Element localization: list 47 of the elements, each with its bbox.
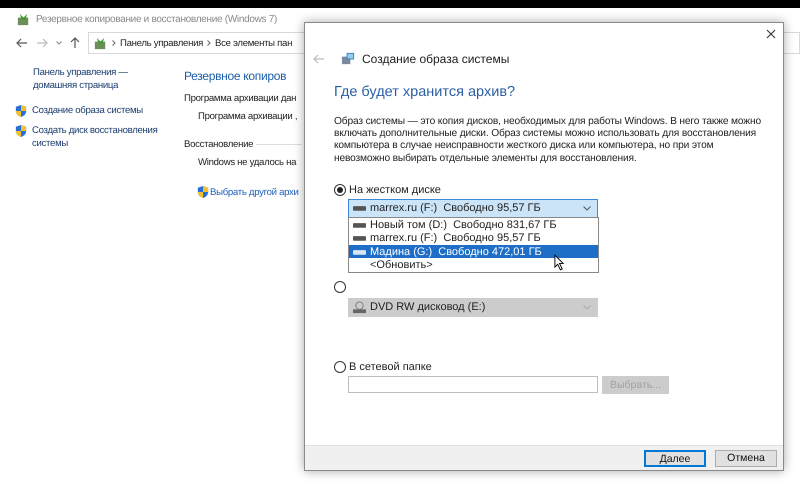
drive-option[interactable]: Мадина (G:) Свободно 472,01 ГБ	[349, 244, 598, 258]
back-arrow-icon[interactable]	[16, 38, 28, 48]
dialog-heading: Где будет хранится архив?	[334, 84, 516, 100]
status-text: Программа архивации ,	[197, 111, 298, 122]
window-title: Резервное копирование и восстановление (Windows 7)	[36, 14, 278, 24]
drive-icon	[353, 248, 366, 256]
breadcrumb-item[interactable]: Панель управления	[120, 38, 204, 48]
sidebar-link[interactable]: Создать диск восстановления системы	[32, 124, 170, 150]
drive-option[interactable]: <Обновить>	[349, 258, 598, 272]
radio-button[interactable]	[334, 184, 346, 196]
caret-icon	[583, 206, 591, 211]
sidebar-link[interactable]: Создание образа системы	[32, 104, 143, 117]
radio-button[interactable]	[334, 360, 346, 373]
computer-icon	[341, 51, 356, 66]
radio-label[interactable]: На жестком диске	[349, 184, 441, 196]
home-link[interactable]: Панель управления — домашняя страница	[15, 66, 170, 92]
section-title: Восстановление	[184, 139, 254, 150]
drive-dropdown[interactable]: marrex.ru (F:) Свободно 95,57 ГБ	[348, 198, 598, 218]
page-heading: Резервное копиров	[184, 69, 288, 83]
caret-icon	[583, 304, 591, 310]
drive-icon	[353, 220, 366, 229]
shield-icon	[15, 104, 27, 118]
description-text: Образ системы — это копия дисков, необходимых для работы Windows. В него также можно включать дополнительные диски. Образ системы можно использовать для восстановления компьютера в случае неисправности жесткого диска или компьютера, но при этом невозможно выбирать отдельные элементы для восстановления.	[334, 116, 762, 165]
cancel-button[interactable]: Отмена	[715, 450, 777, 466]
shield-icon	[15, 124, 27, 138]
drive-option[interactable]: marrex.ru (F:) Свободно 95,57 ГБ	[349, 231, 598, 245]
dialog-title: Создание образа системы	[362, 52, 510, 66]
chevron-icon	[112, 40, 116, 46]
breadcrumb-item[interactable]: Все элементы пан	[215, 38, 292, 48]
section-title: Программа архивации дан	[184, 93, 298, 104]
drive-icon	[353, 204, 366, 212]
next-button[interactable]: Далее	[644, 450, 706, 466]
network-path-field[interactable]	[348, 376, 598, 393]
radio-label[interactable]: В сетевой папке	[349, 360, 432, 373]
caret-icon[interactable]	[56, 41, 62, 45]
shield-icon	[197, 185, 209, 199]
close-icon[interactable]	[766, 29, 776, 39]
status-text: Windows не удалось на	[197, 157, 298, 168]
radio-button[interactable]	[334, 280, 346, 293]
backup-app-icon	[16, 12, 31, 26]
control-panel-icon	[93, 36, 108, 50]
drive-option[interactable]: Новый том (D:) Свободно 831,67 ГБ	[349, 218, 598, 232]
drive-icon	[353, 234, 366, 242]
up-arrow-icon[interactable]	[70, 37, 80, 49]
restore-link[interactable]: Выбрать другой архи	[210, 186, 299, 198]
chevron-icon	[207, 40, 212, 46]
disc-drive-icon	[353, 300, 366, 314]
